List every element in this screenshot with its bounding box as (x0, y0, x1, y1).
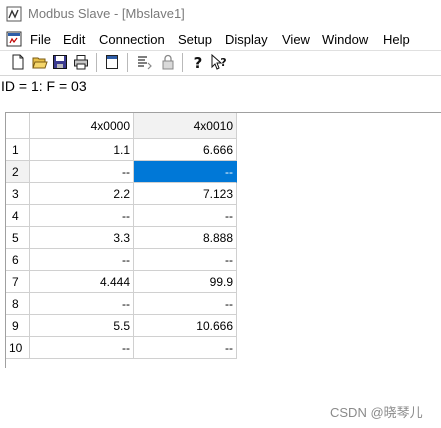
grid-corner (6, 113, 30, 139)
svg-text:?: ? (220, 56, 226, 69)
register-cell[interactable]: 8.888 (134, 227, 237, 249)
register-cell[interactable]: 1.1 (30, 139, 134, 161)
register-cell-selected[interactable]: -- (134, 161, 237, 183)
register-grid[interactable]: 4x0000 4x0010 1 1.1 6.666 2 -- -- 3 2.2 … (6, 113, 441, 368)
register-cell[interactable]: -- (134, 293, 237, 315)
register-cell[interactable]: 7.123 (134, 183, 237, 205)
menu-window[interactable]: Window (322, 32, 368, 47)
row-header[interactable]: 9 (6, 315, 30, 337)
menu-bar: File Edit Connection Setup Display View … (0, 29, 441, 49)
slave-id-function-label: ID = 1: F = 03 (1, 78, 87, 94)
toolbar-separator (182, 53, 183, 72)
title-bar: Modbus Slave - [Mbslave1] (0, 0, 441, 28)
modbus-app-icon (6, 6, 22, 22)
save-icon[interactable] (52, 54, 68, 70)
row-header[interactable]: 2 (6, 161, 30, 183)
list-icon[interactable] (136, 54, 152, 70)
menu-connection[interactable]: Connection (99, 32, 165, 47)
register-cell[interactable]: 4.444 (30, 271, 134, 293)
register-cell[interactable]: -- (134, 205, 237, 227)
register-cell[interactable]: 6.666 (134, 139, 237, 161)
row-header[interactable]: 4 (6, 205, 30, 227)
row-header[interactable]: 6 (6, 249, 30, 271)
svg-text:?: ? (194, 54, 203, 70)
print-icon[interactable] (73, 54, 89, 70)
window-icon[interactable] (104, 54, 120, 70)
context-help-icon[interactable]: ? (211, 54, 227, 70)
register-cell[interactable]: 99.9 (134, 271, 237, 293)
toolbar: ? ? (0, 50, 441, 76)
menu-edit[interactable]: Edit (63, 32, 85, 47)
register-cell[interactable]: -- (30, 337, 134, 359)
register-cell[interactable]: -- (30, 249, 134, 271)
register-cell[interactable]: 2.2 (30, 183, 134, 205)
register-cell[interactable]: 5.5 (30, 315, 134, 337)
window-title: Modbus Slave - [Mbslave1] (28, 6, 185, 21)
row-header[interactable]: 7 (6, 271, 30, 293)
new-icon[interactable] (10, 54, 26, 70)
register-cell[interactable]: 3.3 (30, 227, 134, 249)
row-header[interactable]: 1 (6, 139, 30, 161)
row-header[interactable]: 3 (6, 183, 30, 205)
lock-icon[interactable] (160, 54, 176, 70)
column-header-4x0010[interactable]: 4x0010 (134, 113, 237, 139)
column-header-4x0000[interactable]: 4x0000 (30, 113, 134, 139)
row-header[interactable]: 5 (6, 227, 30, 249)
menu-display[interactable]: Display (225, 32, 268, 47)
row-header[interactable]: 8 (6, 293, 30, 315)
help-icon[interactable]: ? (190, 54, 206, 70)
menu-file[interactable]: File (30, 32, 51, 47)
register-cell[interactable]: -- (30, 205, 134, 227)
register-cell[interactable]: -- (134, 337, 237, 359)
register-cell[interactable]: -- (134, 249, 237, 271)
menu-setup[interactable]: Setup (178, 32, 212, 47)
toolbar-separator (127, 53, 128, 72)
toolbar-separator (96, 53, 97, 72)
open-icon[interactable] (32, 54, 48, 70)
row-header[interactable]: 10 (6, 337, 30, 359)
watermark: CSDN @晓琴儿 (330, 405, 423, 420)
menu-help[interactable]: Help (383, 32, 410, 47)
register-cell[interactable]: 10.666 (134, 315, 237, 337)
register-cell[interactable]: -- (30, 161, 134, 183)
document-icon[interactable] (6, 31, 22, 47)
menu-view[interactable]: View (282, 32, 310, 47)
register-cell[interactable]: -- (30, 293, 134, 315)
